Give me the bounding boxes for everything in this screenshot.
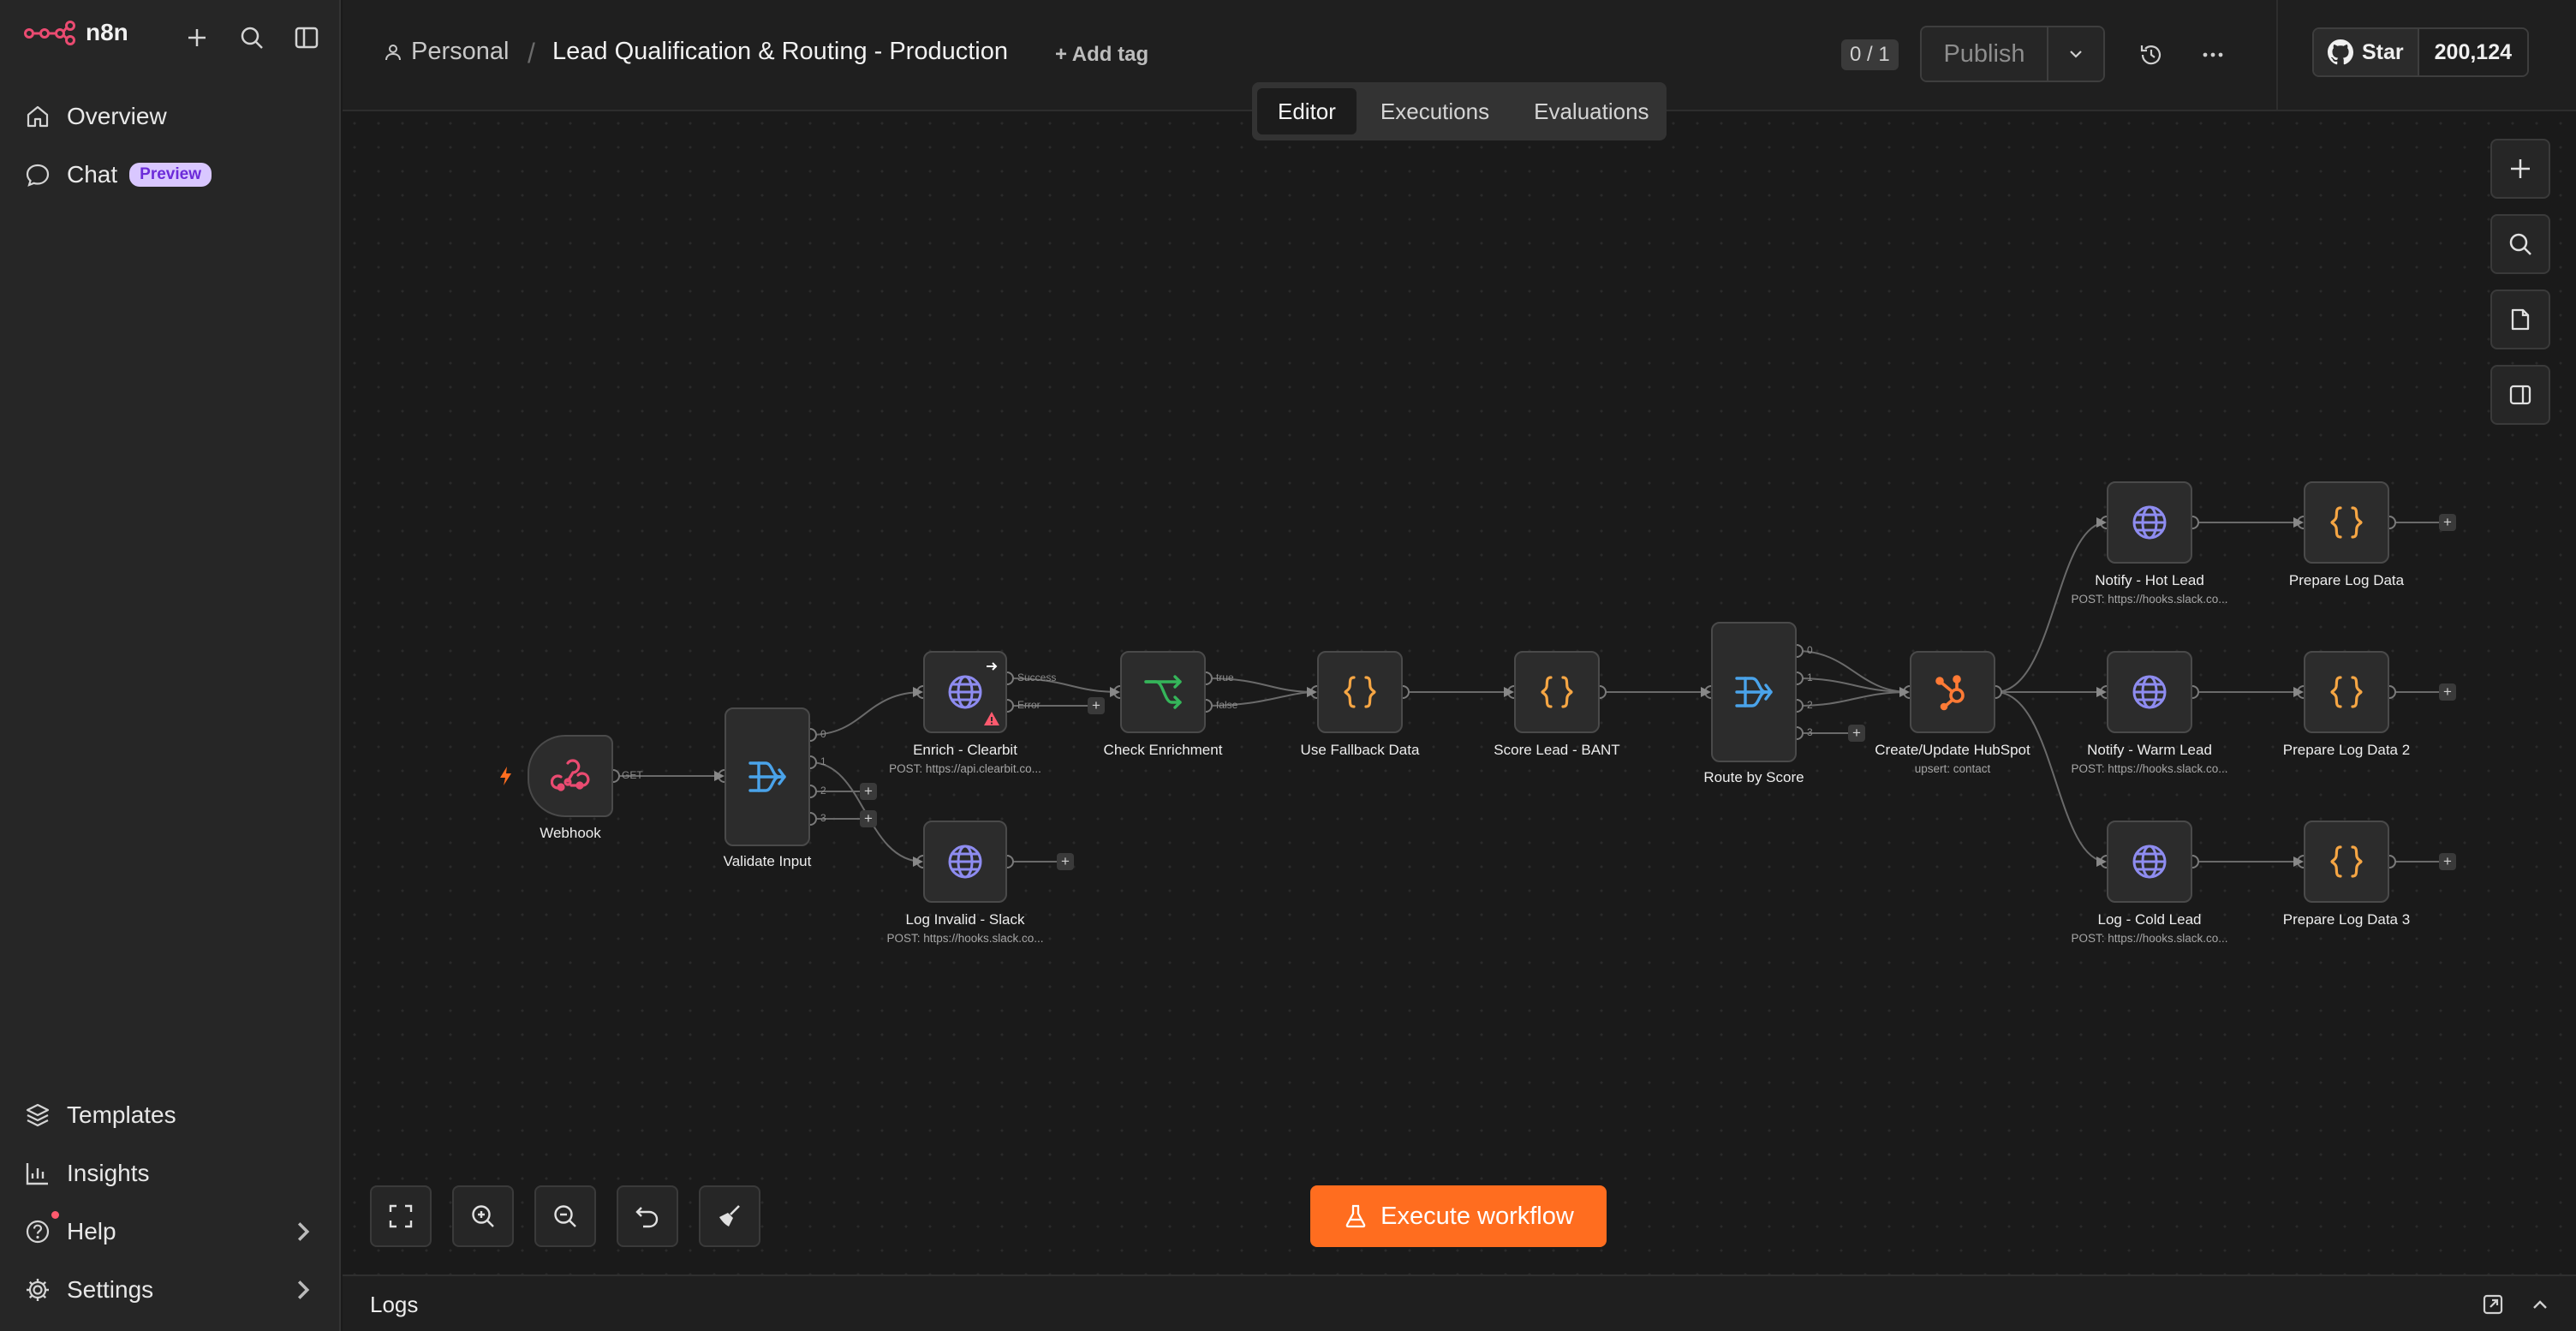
pop-out-icon (2483, 1294, 2503, 1315)
settings-icon (27, 1279, 49, 1301)
preview-badge: Preview (129, 163, 212, 187)
nav-insights-label: Insights (67, 1160, 150, 1186)
connections-layer (606, 516, 2439, 868)
nav-overview-label: Overview (67, 103, 167, 129)
insights-icon (26, 1163, 48, 1185)
conn-check-score-false (1205, 691, 1318, 707)
tab-executions[interactable]: Executions (1360, 88, 1510, 134)
help-notification-dot (51, 1211, 59, 1219)
github-star-button[interactable]: Star (2314, 29, 2419, 75)
chevron-up-icon (2533, 1300, 2547, 1309)
undo-button[interactable] (617, 1185, 678, 1247)
zoom-out-button[interactable] (534, 1185, 596, 1247)
logs-panel[interactable]: Logs (343, 1274, 2576, 1331)
help-icon (26, 1220, 50, 1244)
templates-icon (26, 1103, 50, 1127)
nav-settings[interactable]: Settings (24, 1269, 317, 1310)
chevron-right-icon (297, 1222, 310, 1241)
view-tabs: Editor Executions Evaluations (1252, 82, 1667, 140)
undo-icon (635, 1207, 659, 1228)
nav-templates[interactable]: Templates (24, 1095, 176, 1136)
conn-route2-hubspot (1796, 691, 1911, 707)
conn-enrich-check-success (1006, 677, 1121, 693)
publish-button[interactable]: Publish (1922, 27, 2048, 81)
version-counter[interactable]: 0 / 1 (1841, 39, 1899, 70)
github-star-label: Star (2362, 39, 2404, 64)
nav-chat-label: Chat (67, 161, 118, 188)
broom-icon (719, 1205, 740, 1227)
add-icon[interactable] (182, 22, 212, 53)
fit-view-button[interactable] (370, 1185, 432, 1247)
logs-popout-button[interactable] (2482, 1293, 2504, 1320)
fit-view-icon (389, 1204, 413, 1228)
chevron-down-icon (2070, 51, 2082, 58)
panel-icon (2509, 385, 2531, 405)
nav-templates-label: Templates (67, 1101, 176, 1128)
nav-chat[interactable]: Chat Preview (24, 154, 212, 195)
nav-settings-label: Settings (67, 1276, 154, 1303)
tidy-up-button[interactable] (699, 1185, 760, 1247)
tab-evaluations[interactable]: Evaluations (1513, 88, 1669, 134)
breadcrumb-project-label: Personal (411, 38, 510, 65)
more-options-icon[interactable] (2196, 38, 2230, 72)
chevron-right-icon (297, 1280, 310, 1299)
header-divider (2276, 0, 2278, 111)
nav-help[interactable]: Help (24, 1211, 317, 1252)
search-nodes-button[interactable] (2490, 214, 2550, 274)
sticky-note-icon (2511, 308, 2530, 331)
conn-validate-enrich (809, 691, 924, 736)
workflow-canvas[interactable] (343, 111, 2576, 1274)
github-star-widget[interactable]: Star 200,124 (2312, 27, 2530, 77)
nav-overview[interactable]: Overview (24, 96, 167, 137)
add-tag-button[interactable]: + Add tag (1055, 43, 1148, 67)
toggle-panel-button[interactable] (2490, 365, 2550, 425)
search-icon[interactable] (236, 22, 267, 53)
sidebar: n8n Overview Chat Preview Templates Insi… (0, 0, 341, 1331)
execute-workflow-label: Execute workflow (1380, 1202, 1574, 1230)
conn-validate-loginvalid (809, 761, 924, 862)
app-name: n8n (86, 19, 128, 45)
nav-insights[interactable]: Insights (24, 1153, 150, 1194)
publish-dropdown-button[interactable] (2048, 27, 2103, 81)
conn-hubspot-cold (1995, 691, 2108, 862)
nav-help-label: Help (67, 1218, 116, 1244)
zoom-out-icon (554, 1205, 576, 1227)
zoom-in-icon (472, 1205, 494, 1227)
history-icon[interactable] (2134, 38, 2168, 72)
breadcrumb-project[interactable]: Personal (384, 38, 509, 66)
add-node-button[interactable] (2490, 139, 2550, 199)
home-icon (27, 105, 49, 128)
publish-group: Publish (1920, 26, 2105, 82)
flask-icon (1345, 1204, 1366, 1228)
user-icon (385, 44, 401, 60)
logs-title: Logs (370, 1292, 419, 1317)
toggle-sidebar-icon[interactable] (291, 22, 322, 53)
github-star-count: 200,124 (2418, 29, 2528, 75)
breadcrumb-separator: / (528, 38, 535, 69)
conn-check-fallback-true (1205, 677, 1318, 693)
n8n-logo-icon (24, 21, 75, 45)
logs-expand-button[interactable] (2530, 1295, 2550, 1320)
sticky-note-button[interactable] (2490, 289, 2550, 349)
search-icon (2509, 233, 2531, 255)
zoom-in-button[interactable] (452, 1185, 514, 1247)
app-logo[interactable]: n8n (24, 19, 128, 46)
chat-icon (26, 164, 50, 187)
github-icon (2328, 39, 2353, 65)
conn-hubspot-hot (1995, 522, 2108, 693)
workflow-name[interactable]: Lead Qualification & Routing - Productio… (552, 38, 1008, 66)
plus-icon (2511, 159, 2530, 178)
tab-editor[interactable]: Editor (1257, 88, 1357, 134)
execute-workflow-button[interactable]: Execute workflow (1310, 1185, 1607, 1247)
